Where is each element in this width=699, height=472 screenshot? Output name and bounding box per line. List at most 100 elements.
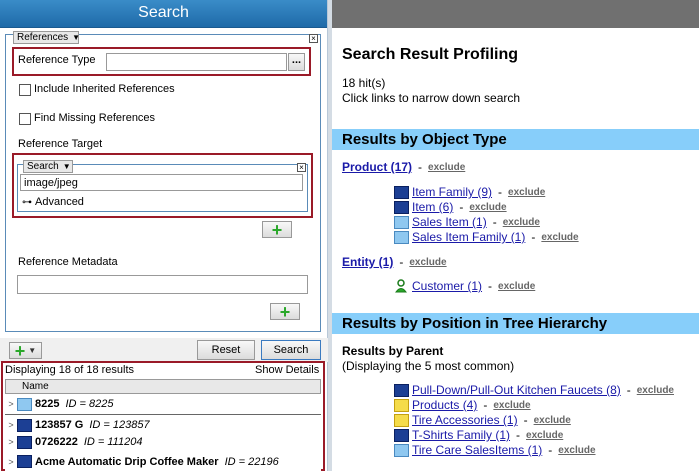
find-missing-checkbox[interactable] <box>19 113 31 125</box>
list-item: Pull-Down/Pull-Out Kitchen Faucets (8) -… <box>394 383 674 397</box>
show-details-button[interactable]: Show Details <box>255 364 319 376</box>
hits-count: 18 hit(s) <box>342 76 386 90</box>
reference-metadata-field[interactable] <box>17 275 308 294</box>
chevron-down-icon: ▼ <box>72 33 81 42</box>
references-dropdown[interactable]: References ▼ <box>13 31 81 44</box>
close-icon[interactable]: × <box>309 34 318 43</box>
search-type-dropdown[interactable]: Search ▼ <box>23 160 73 173</box>
result-name: Acme Automatic Drip Coffee Maker <box>35 455 219 468</box>
expand-icon[interactable]: > <box>5 420 17 430</box>
profiling-panel: Search Result Profiling 18 hit(s) Click … <box>332 0 699 471</box>
instructions-text: Click links to narrow down search <box>342 91 521 105</box>
customer-link[interactable]: Customer (1) <box>412 279 482 293</box>
name-column-header[interactable]: Name <box>5 379 321 394</box>
list-item: Customer (1) - exclude <box>394 279 535 293</box>
sales-item-link[interactable]: Sales Item (1) <box>412 215 487 229</box>
parent-link[interactable]: Products (4) <box>412 398 477 412</box>
include-inherited-checkbox[interactable] <box>19 84 31 96</box>
profiling-header-bar <box>332 0 699 28</box>
item-family-link[interactable]: Item Family (9) <box>412 185 492 199</box>
item-family-icon <box>394 428 409 442</box>
results-by-parent-heading: Results by Parent <box>342 344 444 358</box>
expand-icon[interactable]: > <box>5 437 17 447</box>
exclude-link[interactable]: exclude <box>637 385 674 396</box>
table-row[interactable]: > 8225 ID = 8225 <box>5 394 321 415</box>
list-item: Sales Item Family (1) - exclude <box>394 230 579 244</box>
exclude-link[interactable]: exclude <box>493 400 530 411</box>
exclude-link[interactable]: exclude <box>469 202 506 213</box>
advanced-label: Advanced <box>35 196 84 208</box>
result-id: ID = 123857 <box>89 419 150 431</box>
table-row[interactable]: > 0726222 ID = 111204 <box>5 432 321 453</box>
result-name: 123857 G <box>35 419 84 431</box>
search-panel: Search References ▼ × Reference Type ...… <box>0 0 328 472</box>
result-name: 8225 <box>35 398 60 410</box>
entity-link[interactable]: Entity (1) <box>342 255 393 269</box>
reference-type-label: Reference Type <box>18 54 96 66</box>
list-item: Tire Accessories (1) - exclude <box>394 413 571 427</box>
expand-icon[interactable]: > <box>5 399 17 409</box>
exclude-link[interactable]: exclude <box>409 257 446 268</box>
add-metadata-button[interactable]: + <box>270 301 300 322</box>
close-icon[interactable]: × <box>297 163 306 172</box>
entity-filter: Entity (1) - exclude <box>342 255 447 269</box>
item-icon <box>17 418 32 432</box>
sales-item-family-icon <box>394 443 409 457</box>
plus-icon: + <box>279 301 291 322</box>
reference-metadata-label: Reference Metadata <box>18 256 118 268</box>
exclude-link[interactable]: exclude <box>503 217 540 228</box>
advanced-toggle[interactable]: ⊶ Advanced <box>22 196 84 208</box>
parent-link[interactable]: T-Shirts Family (1) <box>412 428 510 442</box>
displaying-results-text: Displaying 18 of 18 results <box>5 364 135 376</box>
sales-item-family-icon <box>394 230 409 244</box>
include-inherited-label: Include Inherited References <box>34 83 175 95</box>
key-icon: ⊶ <box>22 196 32 208</box>
plus-icon: + <box>271 219 283 240</box>
expand-icon[interactable]: > <box>5 457 17 467</box>
parent-link[interactable]: Tire Care SalesItems (1) <box>412 443 542 457</box>
exclude-link[interactable]: exclude <box>498 281 535 292</box>
exclude-link[interactable]: exclude <box>508 187 545 198</box>
reference-target-label: Reference Target <box>18 138 103 150</box>
item-icon <box>17 435 32 449</box>
folder-icon <box>394 398 409 412</box>
chevron-down-icon: ▼ <box>62 162 71 171</box>
customer-icon <box>395 279 407 293</box>
list-item: Products (4) - exclude <box>394 398 531 412</box>
exclude-link[interactable]: exclude <box>541 232 578 243</box>
displaying-common-text: (Displaying the 5 most common) <box>342 359 515 373</box>
list-item: Tire Care SalesItems (1) - exclude <box>394 443 596 457</box>
plus-icon: + <box>14 340 26 361</box>
section-object-type: Results by Object Type <box>332 129 699 150</box>
exclude-link[interactable]: exclude <box>534 415 571 426</box>
exclude-link[interactable]: exclude <box>526 430 563 441</box>
search-button[interactable]: Search <box>261 340 321 360</box>
parent-link[interactable]: Tire Accessories (1) <box>412 413 518 427</box>
result-id: ID = 22196 <box>224 455 279 468</box>
exclude-link[interactable]: exclude <box>428 162 465 173</box>
search-type-label: Search <box>27 161 59 172</box>
find-missing-label: Find Missing References <box>34 112 156 124</box>
reference-type-field[interactable] <box>106 53 287 71</box>
add-menu-button[interactable]: + ▼ <box>9 340 42 361</box>
item-link[interactable]: Item (6) <box>412 200 453 214</box>
sales-item-icon <box>17 397 32 411</box>
item-family-icon <box>394 185 409 199</box>
result-id: ID = 111204 <box>83 436 143 448</box>
exclude-link[interactable]: exclude <box>558 445 595 456</box>
parent-link[interactable]: Pull-Down/Pull-Out Kitchen Faucets (8) <box>412 383 621 397</box>
search-value-field[interactable]: image/jpeg <box>20 174 303 191</box>
item-family-icon <box>17 455 32 468</box>
product-link[interactable]: Product (17) <box>342 160 412 174</box>
list-item: T-Shirts Family (1) - exclude <box>394 428 563 442</box>
list-item: Item Family (9) - exclude <box>394 185 545 199</box>
sales-item-family-link[interactable]: Sales Item Family (1) <box>412 230 525 244</box>
references-dropdown-label: References <box>17 32 69 43</box>
browse-button[interactable]: ... <box>288 53 305 71</box>
reset-button[interactable]: Reset <box>197 340 255 360</box>
search-panel-title: Search <box>0 0 327 28</box>
product-filter: Product (17) - exclude <box>342 160 466 174</box>
add-target-button[interactable]: + <box>262 219 292 240</box>
sales-item-icon <box>394 215 409 229</box>
table-row[interactable]: > Acme Automatic Drip Coffee Maker ID = … <box>5 451 321 472</box>
